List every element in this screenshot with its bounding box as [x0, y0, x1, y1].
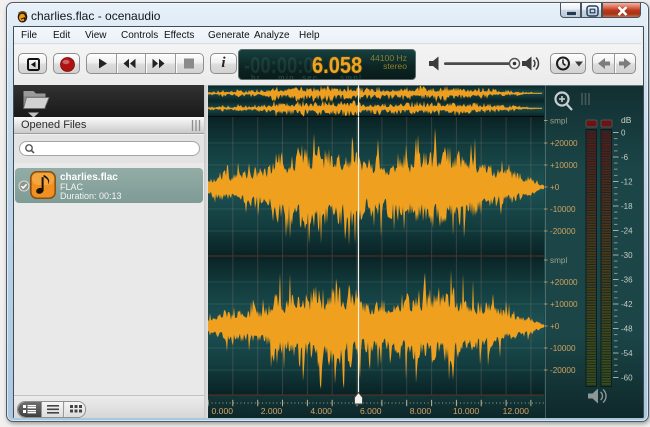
- svg-text:-36: -36: [621, 276, 633, 285]
- svg-text:+20000: +20000: [550, 139, 578, 148]
- svg-text:+10000: +10000: [550, 300, 578, 309]
- svg-text:smpl: smpl: [550, 117, 567, 126]
- svg-text:8.000: 8.000: [410, 406, 432, 416]
- svg-text:-54: -54: [621, 349, 633, 358]
- svg-text:-42: -42: [621, 300, 633, 309]
- svg-text:0: 0: [621, 129, 626, 138]
- svg-text:+0: +0: [550, 322, 560, 331]
- svg-text:-10000: -10000: [550, 344, 576, 353]
- svg-text:12.000: 12.000: [503, 406, 530, 416]
- svg-text:+0: +0: [550, 183, 560, 192]
- svg-text:6.000: 6.000: [360, 406, 382, 416]
- svg-text:-20000: -20000: [550, 227, 576, 236]
- svg-text:4.000: 4.000: [310, 406, 332, 416]
- svg-text:-12: -12: [621, 178, 633, 187]
- svg-text:+20000: +20000: [550, 278, 578, 287]
- svg-text:0.000: 0.000: [212, 406, 234, 416]
- svg-text:dB: dB: [621, 115, 632, 125]
- svg-text:-20000: -20000: [550, 366, 576, 375]
- svg-text:-30: -30: [621, 251, 633, 260]
- svg-text:+10000: +10000: [550, 161, 578, 170]
- svg-text:-6: -6: [621, 153, 629, 162]
- svg-text:-48: -48: [621, 325, 633, 334]
- svg-text:-10000: -10000: [550, 205, 576, 214]
- svg-text:-60: -60: [621, 374, 633, 383]
- svg-text:10.000: 10.000: [453, 406, 480, 416]
- svg-text:2.000: 2.000: [261, 406, 283, 416]
- svg-text:-24: -24: [621, 227, 633, 236]
- svg-text:-18: -18: [621, 202, 633, 211]
- svg-text:smpl: smpl: [550, 256, 567, 265]
